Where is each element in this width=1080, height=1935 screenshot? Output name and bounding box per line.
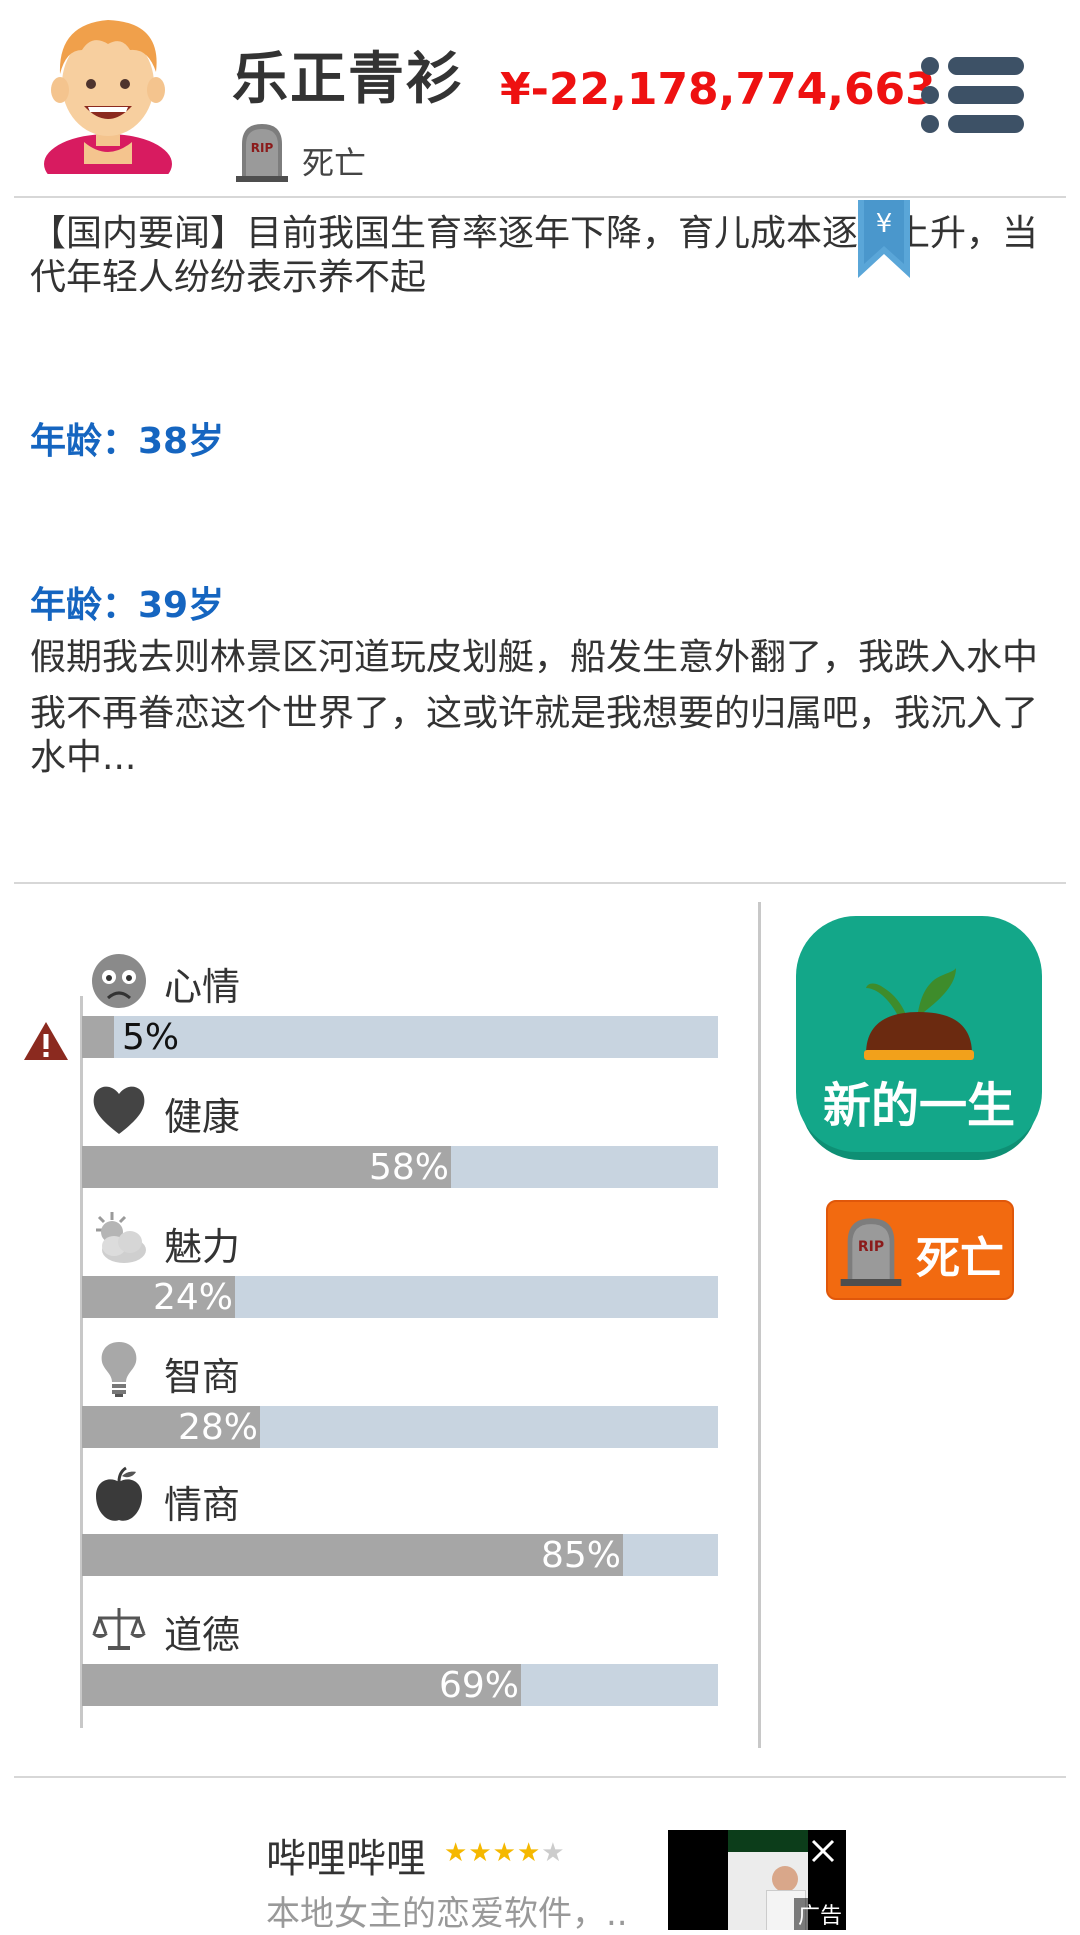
death-button-label: 死亡: [916, 1233, 1004, 1284]
tombstone-icon: RIP: [840, 1218, 902, 1286]
sad-face-icon: [92, 954, 146, 1008]
ad-rating-stars: ★★★★★: [444, 1838, 566, 1868]
ad-divider: [14, 1776, 1066, 1778]
stat-value-morality: 69%: [438, 1665, 519, 1706]
stat-label-charm: 魅力: [164, 1225, 241, 1269]
age-heading: 年龄：38岁: [30, 421, 225, 462]
stat-label-health: 健康: [164, 1095, 241, 1139]
star-icon: ★: [444, 1838, 469, 1868]
stat-bar-morality: 69%: [82, 1664, 718, 1706]
svg-text:¥: ¥: [876, 209, 893, 239]
new-life-button[interactable]: 新的一生: [796, 916, 1042, 1162]
status-label: 死亡: [302, 144, 367, 182]
sun-cloud-icon: [96, 1212, 146, 1263]
lightbulb-icon: [101, 1342, 137, 1397]
player-name: 乐正青衫: [232, 47, 464, 112]
stat-bar-eq: 85%: [82, 1534, 718, 1576]
stat-bar-mood: 5%: [82, 1016, 718, 1058]
stat-label-mood: 心情: [164, 965, 241, 1009]
stat-label-morality: 道德: [164, 1613, 241, 1657]
age-heading: 年龄：39岁: [30, 585, 225, 626]
stat-bar-health: 58%: [82, 1146, 718, 1188]
stat-bar-fill: [82, 1016, 114, 1058]
ad-badge: 广告: [793, 1898, 846, 1930]
stat-value-mood: 5%: [122, 1017, 180, 1058]
death-button[interactable]: RIP 死亡: [826, 1200, 1014, 1300]
event-text: 我不再眷恋这个世界了，这或许就是我想要的归属吧，我沉入了水中...: [30, 693, 1039, 778]
stats-column-divider: [758, 902, 761, 1748]
log-divider: [14, 882, 1066, 884]
stat-value-eq: 85%: [540, 1535, 621, 1576]
heart-icon: [93, 1086, 145, 1134]
bookmark-icon[interactable]: ¥: [858, 200, 910, 278]
stat-value-charm: 24%: [152, 1277, 233, 1318]
apple-icon: [96, 1466, 142, 1521]
avatar[interactable]: [38, 14, 178, 174]
ad-title[interactable]: 哔哩哔哩: [266, 1826, 426, 1884]
money-display: ¥-22,178,774,663: [500, 64, 936, 115]
stat-label-eq: 情商: [164, 1483, 241, 1527]
scale-icon: [92, 1608, 146, 1650]
warning-icon: [24, 1022, 68, 1060]
event-text: 假期我去则林景区河道玩皮划艇，船发生意外翻了，我跌入水中: [30, 637, 1039, 678]
stat-bar-iq: 28%: [82, 1406, 718, 1448]
stats-left-rule: [80, 996, 83, 1728]
star-icon: ★: [468, 1838, 493, 1868]
new-life-label: 新的一生: [822, 1078, 1015, 1134]
star-icon: ★: [541, 1838, 566, 1868]
svg-text:RIP: RIP: [251, 141, 274, 155]
menu-icon[interactable]: [920, 56, 1026, 134]
stat-value-health: 58%: [368, 1147, 449, 1188]
stat-value-iq: 28%: [177, 1407, 258, 1448]
ad-image[interactable]: 广告: [668, 1830, 846, 1930]
svg-text:RIP: RIP: [858, 1239, 884, 1255]
ad-description[interactable]: 本地女主的恋爱软件，..: [266, 1886, 628, 1935]
event-log: 【国内要闻】目前我国生育率逐年下降，育儿成本逐年上升，当代年轻人纷纷表示养不起 …: [30, 212, 1040, 780]
stat-bar-charm: 24%: [82, 1276, 718, 1318]
tombstone-icon: RIP: [236, 124, 288, 182]
star-icon: ★: [492, 1838, 517, 1868]
stat-label-iq: 智商: [164, 1355, 241, 1399]
star-icon: ★: [516, 1838, 542, 1868]
close-icon[interactable]: [810, 1838, 836, 1864]
header-divider: [14, 196, 1066, 198]
